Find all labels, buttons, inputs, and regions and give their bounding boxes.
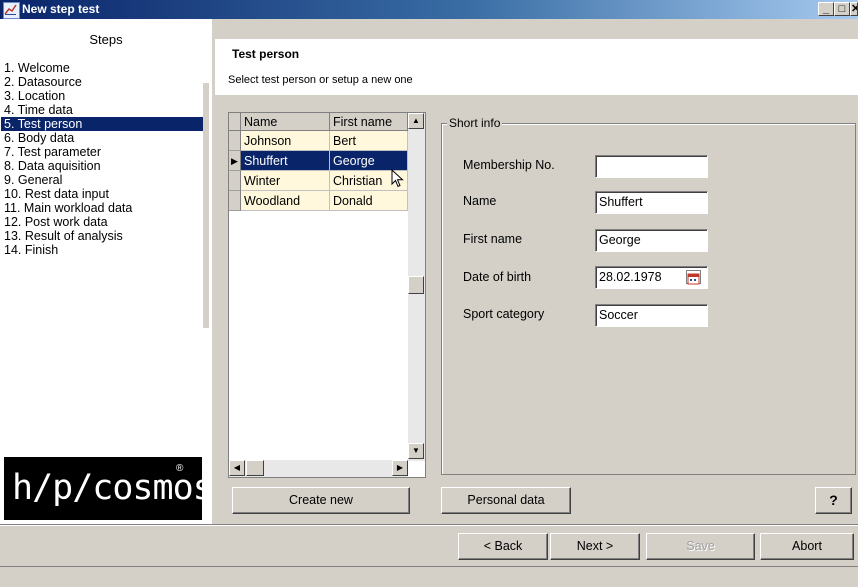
date-of-birth-field[interactable]: 28.02.1978 [595,266,708,289]
step-item[interactable]: 8. Data aquisition [1,159,205,173]
cell-first-name[interactable]: Bert [330,131,408,151]
sport-category-field[interactable]: Soccer [595,304,708,327]
steps-heading: Steps [89,32,123,47]
window-title: New step test [22,2,100,16]
step-item[interactable]: 12. Post work data [1,215,205,229]
help-button[interactable]: ? [815,487,852,514]
page-subtitle: Select test person or setup a new one [228,74,413,86]
cell-name[interactable]: Winter [241,171,330,191]
first-name-label: First name [463,232,523,246]
minimize-button[interactable]: _ [818,2,834,16]
status-bar [0,566,858,587]
grid-horizontal-scrollbar[interactable]: ◀ ▶ [229,460,408,477]
cell-first-name[interactable]: George [330,151,408,171]
membership-no-field[interactable] [595,155,708,178]
step-item[interactable]: 7. Test parameter [1,145,205,159]
maximize-button[interactable]: □ [834,2,850,16]
step-item[interactable]: 13. Result of analysis [1,229,205,243]
row-indicator[interactable] [229,191,241,211]
step-item[interactable]: 11. Main workload data [1,201,205,215]
row-indicator[interactable]: ▶ [229,151,241,171]
save-button[interactable]: Save [646,533,755,560]
cell-first-name[interactable]: Donald [330,191,408,211]
mouse-cursor-icon [391,168,405,192]
step-item[interactable]: 9. General [1,173,205,187]
step-item[interactable]: 6. Body data [1,131,205,145]
scroll-left-arrow-icon[interactable]: ◀ [229,460,245,476]
personal-data-button[interactable]: Personal data [441,487,571,514]
title-bar: New step test _ □ ✕ [0,0,858,19]
next-button[interactable]: Next > [550,533,640,560]
registered-mark: ® [176,463,184,474]
name-label: Name [463,194,497,208]
name-field[interactable]: Shuffert [595,191,708,214]
scroll-up-arrow-icon[interactable]: ▲ [408,113,424,129]
cell-name[interactable]: Shuffert [241,151,330,171]
steps-list: 1. Welcome 2. Datasource 3. Location 4. Tim… [1,61,205,257]
step-item[interactable]: 14. Finish [1,243,205,257]
step-item[interactable]: 2. Datasource [1,75,205,89]
row-indicator[interactable] [229,171,241,191]
grid-corner [229,113,241,131]
steps-scrollbar[interactable] [203,83,209,328]
app-icon [3,2,20,19]
create-new-button[interactable]: Create new [232,487,410,514]
content-header: Test person Select test person or setup … [215,39,858,95]
column-header-name[interactable]: Name [241,113,330,131]
grid-vertical-scrollbar[interactable]: ▲ ▼ [408,113,425,461]
scroll-thumb[interactable] [408,276,424,294]
date-of-birth-value: 28.02.1978 [599,270,662,284]
hscroll-thumb[interactable] [246,460,264,476]
row-indicator[interactable] [229,131,241,151]
steps-panel: Steps 1. Welcome 2. Datasource 3. Location… [0,19,214,524]
step-item[interactable]: 10. Rest data input [1,187,205,201]
first-name-field[interactable]: George [595,229,708,252]
scroll-right-arrow-icon[interactable]: ▶ [392,460,408,476]
sport-category-label: Sport category [463,307,545,321]
abort-button[interactable]: Abort [760,533,854,560]
step-item[interactable]: 4. Time data [1,103,205,117]
scroll-down-arrow-icon[interactable]: ▼ [408,443,424,459]
hp-cosmos-logo: h/p/cosmos ® [4,457,214,520]
cell-name[interactable]: Johnson [241,131,330,151]
calendar-icon[interactable] [686,270,701,285]
column-header-first-name[interactable]: First name [330,113,408,131]
step-item[interactable]: 5. Test person [1,117,205,131]
back-button[interactable]: < Back [458,533,548,560]
separator [0,524,858,526]
page-title: Test person [232,47,300,61]
membership-no-label: Membership No. [463,158,555,172]
date-of-birth-label: Date of birth [463,270,532,284]
step-item[interactable]: 1. Welcome [1,61,205,75]
close-button[interactable]: ✕ [850,2,858,16]
test-person-grid[interactable]: Name First name Johnson Bert ▶ Shuffert Geor… [228,112,426,478]
cell-name[interactable]: Woodland [241,191,330,211]
short-info-legend: Short info [447,116,503,130]
step-item[interactable]: 3. Location [1,89,205,103]
